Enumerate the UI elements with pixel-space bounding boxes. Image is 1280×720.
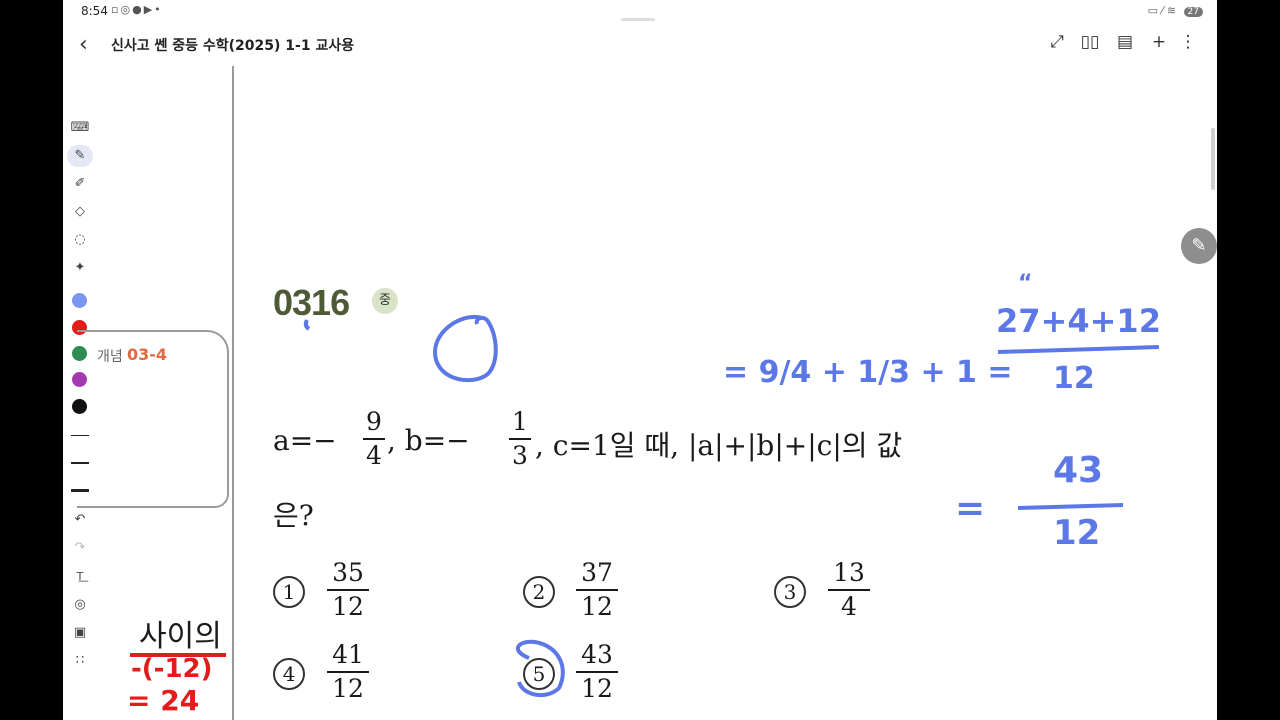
scrollbar[interactable] <box>1211 128 1215 190</box>
fraction-bar <box>509 438 531 440</box>
choice-2-den: 12 <box>581 592 613 621</box>
choice-5-den: 12 <box>581 674 613 703</box>
red-ink-line2: = 24 <box>127 684 200 717</box>
choice-5-mark[interactable]: 5 <box>523 658 555 690</box>
fraction-bar <box>327 589 369 591</box>
ink-line2-den: 12 <box>1053 513 1100 553</box>
choice-4-den: 12 <box>332 674 364 703</box>
highlighter-icon[interactable]: ✐ <box>67 173 93 195</box>
page-title: 신사고 쎈 중등 수학(2025) 1-1 교사용 <box>111 38 355 54</box>
page-divider <box>232 66 234 720</box>
ink-line1-num: 27+4+12 <box>996 302 1161 340</box>
book-icon[interactable]: ▯▯ <box>1078 32 1102 52</box>
shapes-icon[interactable]: ◎ <box>67 594 93 616</box>
fraction-a-num: 9 <box>366 407 382 436</box>
fraction-a-den: 4 <box>366 441 382 470</box>
back-icon[interactable]: ‹ <box>79 32 88 57</box>
choice-2-mark[interactable]: 2 <box>523 576 555 608</box>
ink-quote-mark: “ <box>1018 271 1032 296</box>
eraser-icon[interactable]: ◇ <box>67 201 93 223</box>
difficulty-badge: 중 <box>372 288 398 314</box>
battery-badge: 27 <box>1183 7 1203 17</box>
choice-4-num: 41 <box>332 640 364 669</box>
question-text-line2: 은? <box>273 499 314 532</box>
app-window: 8:54 ▫◎●▶• ▭ ⁄ ≋ 27 ‹ 신사고 쎈 중등 수학(2025) … <box>63 0 1217 720</box>
app-header: ‹ 신사고 쎈 중등 수학(2025) 1-1 교사용 ⤢ ▯▯ ▤ + ⋮ <box>63 26 1217 66</box>
choice-3-fraction: 13 4 <box>828 558 870 622</box>
concept-label: 개념 <box>97 349 123 365</box>
fraction-b: 1 3 <box>509 407 531 471</box>
choice-3-num: 13 <box>833 558 865 587</box>
status-icons: ▫◎●▶• <box>111 3 163 16</box>
grid-icon[interactable]: ∷ <box>67 650 93 672</box>
text-icon[interactable]: T͟ <box>67 566 93 588</box>
cast-icon: ▭ <box>1147 4 1158 17</box>
previous-page-column: 개념 03-4 사이의 -(-12) = 24 <box>77 66 233 720</box>
question-text-b: , b=− <box>387 424 470 457</box>
choice-1-fraction: 35 12 <box>327 558 369 622</box>
redo-icon[interactable]: ↷ <box>67 537 93 559</box>
media-icon: ◎ <box>120 3 133 16</box>
color-blue[interactable] <box>72 293 87 308</box>
concept-code: 03-4 <box>127 345 168 364</box>
system-icons: ▭ ⁄ ≋ 27 <box>1148 4 1203 17</box>
choice-1-mark[interactable]: 1 <box>273 576 305 608</box>
keyboard-icon[interactable]: ⌨ <box>67 117 93 139</box>
ink-line1-den: 12 <box>1053 361 1095 396</box>
more-icon[interactable]: ⋮ <box>1176 32 1200 52</box>
side-note-text: 사이의 <box>139 619 222 654</box>
status-time: 8:54 <box>81 4 108 18</box>
choice-4-mark[interactable]: 4 <box>273 658 305 690</box>
ink-line2-num: 43 <box>1053 450 1103 491</box>
pencil-fab-button[interactable]: ✎ <box>1181 228 1217 264</box>
choice-4-fraction: 41 12 <box>327 640 369 704</box>
wifi-icon: ≋ <box>1166 4 1177 17</box>
ink-layer: = 9/4 + 1/3 + 1 = 27+4+12 12 “ = 43 12 <box>303 271 1161 698</box>
fraction-b-num: 1 <box>512 407 528 436</box>
choice-5-num: 43 <box>581 640 613 669</box>
image-icon[interactable]: ▣ <box>67 622 93 644</box>
question-text-a: a=− <box>273 424 337 457</box>
ink-fraction-bar-2 <box>1017 503 1124 510</box>
question-text-c: , c=1일 때, |a|+|b|+|c|의 값 <box>535 429 903 462</box>
question-number: 0316 <box>273 282 350 323</box>
expand-icon[interactable]: ⤢ <box>1045 32 1069 52</box>
choice-1-num: 35 <box>332 558 364 587</box>
add-icon[interactable]: + <box>1147 32 1171 52</box>
fraction-bar <box>576 589 618 591</box>
red-ink-line1: -(-12) <box>131 654 213 684</box>
ink-circle-check <box>432 314 498 382</box>
fraction-b-den: 3 <box>512 441 528 470</box>
undo-icon[interactable]: ↶ <box>67 509 93 531</box>
choice-2-fraction: 37 12 <box>576 558 618 622</box>
lasso-icon[interactable]: ◌ <box>67 229 93 251</box>
fraction-bar <box>828 589 870 591</box>
choice-3-den: 4 <box>841 592 857 621</box>
choice-2-num: 37 <box>581 558 613 587</box>
mute-icon: ⁄ <box>1161 4 1164 17</box>
dot-icon: • <box>154 3 163 16</box>
ink-fraction-bar <box>997 345 1160 354</box>
magic-icon[interactable]: ✦ <box>67 257 93 279</box>
pen-icon[interactable]: ✎ <box>67 145 93 167</box>
choice-5-fraction: 43 12 <box>576 640 618 704</box>
concept-box: 개념 03-4 <box>77 330 229 508</box>
fraction-a: 9 4 <box>363 407 385 471</box>
window-handle[interactable] <box>621 18 655 21</box>
fraction-bar <box>327 671 369 673</box>
status-bar: 8:54 ▫◎●▶• ▭ ⁄ ≋ 27 <box>63 0 1217 26</box>
choice-1-den: 12 <box>332 592 364 621</box>
ink-equals: = <box>955 488 985 529</box>
ink-line1-left: = 9/4 + 1/3 + 1 = <box>723 355 1013 390</box>
choice-3-mark[interactable]: 3 <box>774 576 806 608</box>
fraction-bar <box>363 438 385 440</box>
document-icon[interactable]: ▤ <box>1113 32 1137 52</box>
fraction-bar <box>576 671 618 673</box>
youtube-icon: ▶ <box>143 3 155 16</box>
github-icon: ● <box>132 3 144 16</box>
